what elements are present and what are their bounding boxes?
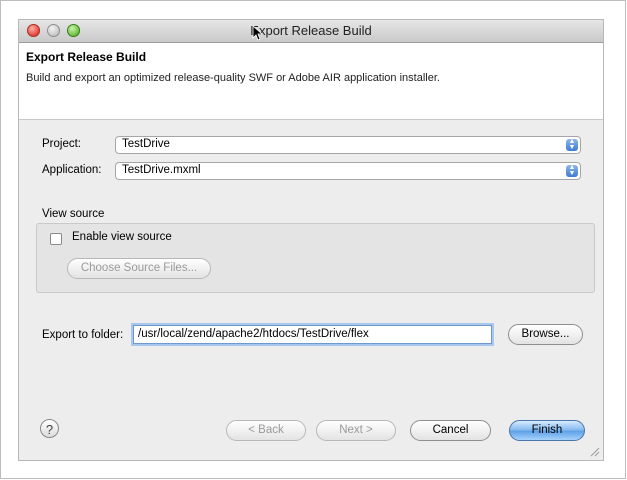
title-bar[interactable]: Export Release Build	[19, 20, 603, 43]
finish-button[interactable]: Finish	[509, 420, 585, 441]
chevron-updown-icon: ▲ ▼	[566, 138, 578, 151]
choose-source-files-button[interactable]: Choose Source Files...	[67, 258, 211, 279]
next-button[interactable]: Next >	[316, 420, 396, 441]
back-button[interactable]: < Back	[226, 420, 306, 441]
header-description: Build and export an optimized release-qu…	[26, 72, 440, 84]
chevron-updown-icon: ▲ ▼	[566, 164, 578, 177]
dialog-header: Export Release Build Build and export an…	[19, 43, 603, 120]
view-source-group-title: View source	[42, 208, 105, 220]
project-label: Project:	[42, 138, 81, 150]
window-title: Export Release Build	[250, 23, 372, 38]
export-release-build-dialog: Export Release Build Export Release Buil…	[19, 20, 603, 460]
export-folder-input[interactable]: /usr/local/zend/apache2/htdocs/TestDrive…	[133, 325, 492, 344]
cancel-button[interactable]: Cancel	[410, 420, 491, 441]
header-title: Export Release Build	[26, 50, 147, 64]
enable-view-source-checkbox[interactable]	[50, 233, 62, 245]
browse-button[interactable]: Browse...	[508, 324, 583, 345]
application-select-value: TestDrive.mxml	[122, 164, 201, 176]
project-select[interactable]: TestDrive ▲ ▼	[115, 136, 581, 154]
application-label: Application:	[42, 164, 102, 176]
help-icon[interactable]: ?	[40, 419, 59, 438]
application-select[interactable]: TestDrive.mxml ▲ ▼	[115, 162, 581, 180]
enable-view-source-label[interactable]: Enable view source	[72, 231, 172, 243]
resize-grip-icon[interactable]	[588, 445, 600, 457]
mouse-cursor-icon	[252, 25, 262, 41]
export-folder-label: Export to folder:	[42, 329, 124, 341]
project-select-value: TestDrive	[122, 138, 170, 150]
